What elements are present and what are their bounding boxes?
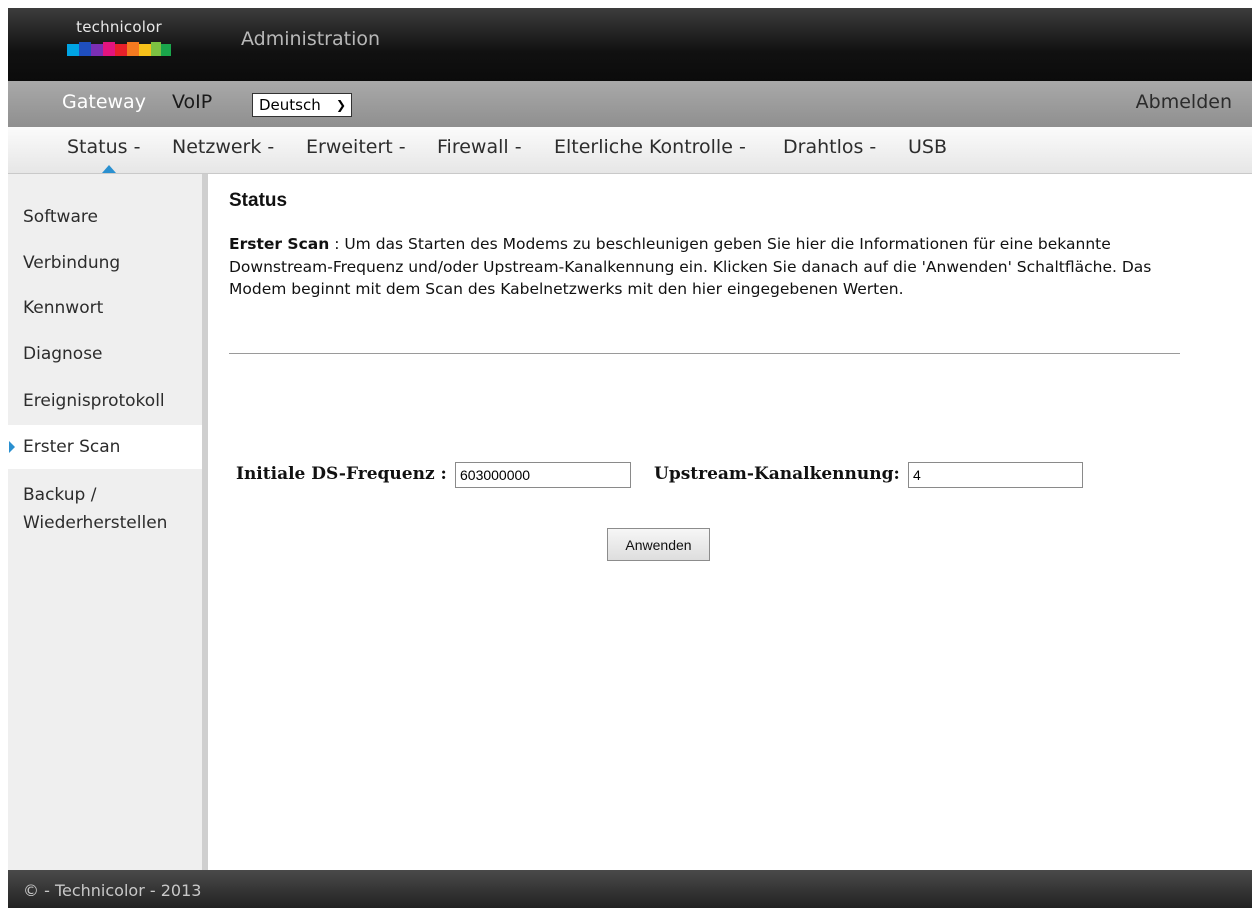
tab-status[interactable]: Status -: [67, 136, 140, 158]
page-title: Status: [229, 190, 288, 211]
sidebar-item-diagnose[interactable]: Diagnose: [8, 340, 202, 368]
tab-firewall[interactable]: Firewall -: [437, 136, 522, 158]
sidebar-item-erster-scan[interactable]: Erster Scan: [8, 425, 202, 469]
logout-link[interactable]: Abmelden: [1136, 91, 1232, 113]
sidebar-item-label: Backup /: [23, 485, 97, 505]
tab-netzwerk[interactable]: Netzwerk -: [172, 136, 274, 158]
sidebar-item-kennwort[interactable]: Kennwort: [8, 294, 202, 322]
copyright-text: © - Technicolor - 2013: [23, 881, 202, 900]
active-item-arrow-icon: [9, 441, 15, 453]
sidebar-item-ereignisprotokoll[interactable]: Ereignisprotokoll: [8, 387, 202, 415]
sidebar: Software Verbindung Kennwort Diagnose Er…: [8, 174, 208, 870]
sidebar-item-backup[interactable]: Backup / Wiederherstellen: [8, 481, 202, 537]
nav-voip[interactable]: VoIP: [172, 91, 212, 113]
secondary-nav: Status - Netzwerk - Erweitert - Firewall…: [8, 127, 1252, 174]
upstream-channel-input[interactable]: [908, 462, 1083, 488]
description-text: : Um das Starten des Modems zu beschleun…: [229, 235, 1152, 298]
description: Erster Scan : Um das Starten des Modems …: [229, 233, 1169, 301]
technicolor-logo: technicolor: [63, 18, 175, 68]
active-tab-marker-icon: [102, 165, 116, 173]
nav-gateway[interactable]: Gateway: [62, 91, 146, 113]
tab-usb[interactable]: USB: [908, 136, 947, 158]
sidebar-item-software[interactable]: Software: [8, 203, 202, 231]
tab-drahtlos[interactable]: Drahtlos -: [783, 136, 876, 158]
description-heading: Erster Scan: [229, 235, 330, 253]
footer: © - Technicolor - 2013: [8, 870, 1252, 908]
language-select-value: Deutsch: [259, 96, 321, 114]
divider: [229, 353, 1180, 354]
chevron-down-icon: ❯: [335, 98, 346, 112]
primary-nav: Gateway VoIP Deutsch ❯ Abmelden: [8, 81, 1252, 127]
header-title: Administration: [241, 28, 381, 50]
tab-elterliche-kontrolle[interactable]: Elterliche Kontrolle -: [554, 136, 746, 158]
main-content: Status Erster Scan : Um das Starten des …: [229, 190, 1229, 561]
sidebar-item-label: Erster Scan: [23, 437, 121, 457]
logo-color-bars-icon: [67, 42, 171, 56]
logo-text: technicolor: [76, 18, 162, 36]
sidebar-item-verbindung[interactable]: Verbindung: [8, 249, 202, 277]
tab-erweitert[interactable]: Erweitert -: [306, 136, 406, 158]
top-header: technicolor Administration: [8, 8, 1252, 81]
scan-form: Initiale DS-Frequenz : Upstream-Kanalken…: [236, 462, 1216, 488]
language-select[interactable]: Deutsch ❯: [252, 93, 352, 117]
sidebar-item-label-line2: Wiederherstellen: [23, 513, 168, 533]
ds-frequency-input[interactable]: [455, 462, 631, 488]
upstream-channel-label: Upstream-Kanalkennung:: [654, 464, 900, 484]
apply-button[interactable]: Anwenden: [607, 528, 710, 561]
ds-frequency-label: Initiale DS-Frequenz :: [236, 464, 447, 484]
